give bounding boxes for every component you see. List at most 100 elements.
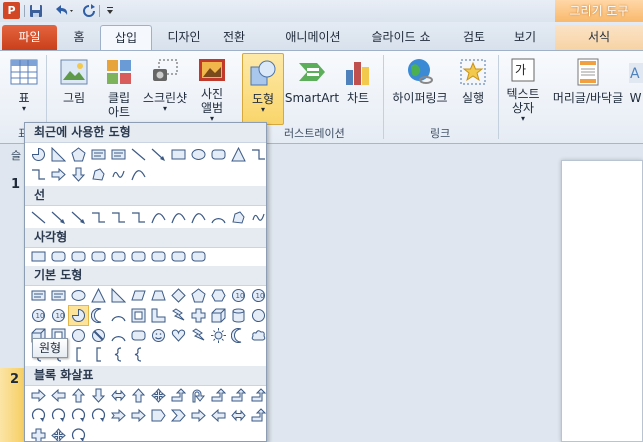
circular-arrow-shape[interactable] (49, 406, 68, 425)
text-box-shape[interactable] (89, 145, 108, 164)
frame-shape[interactable] (129, 306, 148, 325)
moon-shape[interactable] (229, 326, 248, 345)
tab-review[interactable]: 검토 (454, 25, 494, 50)
parallelogram-shape[interactable] (129, 286, 148, 305)
freeform-shape[interactable] (89, 165, 108, 184)
tab-slideshow[interactable]: 슬라이드 쇼 (362, 25, 440, 50)
header-footer-button[interactable]: 머리글/바닥글 (548, 53, 628, 123)
smiley-face-shape[interactable] (149, 326, 168, 345)
rounded-rectangle-shape[interactable] (69, 247, 88, 266)
moon-shape[interactable] (89, 306, 108, 325)
tab-home[interactable]: 홈 (63, 25, 95, 50)
pie-shape[interactable] (29, 145, 48, 164)
curve-shape[interactable] (169, 208, 188, 227)
rounded-rectangle-shape[interactable] (109, 247, 128, 266)
elbow-connector-shape[interactable] (109, 208, 128, 227)
tab-animations[interactable]: 애니메이션 (273, 25, 353, 50)
curve-shape[interactable] (129, 165, 148, 184)
slide-thumbnail-1[interactable]: 1 (11, 177, 20, 192)
brace-shape[interactable] (109, 345, 128, 364)
bent-arrow-shape[interactable] (209, 386, 228, 405)
lightning-bolt-shape[interactable] (189, 326, 208, 345)
left-arrow-shape[interactable] (209, 406, 228, 425)
hyperlink-button[interactable]: 하이퍼링크 (390, 53, 450, 123)
tab-design[interactable]: 디자인 (158, 25, 210, 50)
tab-view[interactable]: 보기 (505, 25, 545, 50)
action-button[interactable]: 실행 (455, 53, 491, 123)
undo-icon[interactable] (52, 3, 76, 19)
textbox-button[interactable]: 가 텍스트 상자 ▾ (503, 53, 543, 123)
arrow-line-shape[interactable] (149, 145, 168, 164)
brace-shape[interactable] (129, 345, 148, 364)
bent-arrow-shape[interactable] (249, 406, 266, 425)
oval-shape[interactable] (189, 145, 208, 164)
plus-shape[interactable] (189, 306, 208, 325)
circular-arrow-shape[interactable] (29, 406, 48, 425)
arc-shape[interactable] (109, 326, 128, 345)
rounded-rectangle-shape[interactable] (89, 247, 108, 266)
circle-shape[interactable] (249, 306, 266, 325)
pentagon-shape[interactable] (69, 145, 88, 164)
triangle-shape[interactable] (89, 286, 108, 305)
pie-shape[interactable] (68, 305, 89, 326)
circular-arrow-shape[interactable] (69, 406, 88, 425)
trapezoid-shape[interactable] (149, 286, 168, 305)
rounded-rectangle-shape[interactable] (129, 247, 148, 266)
u-turn-arrow-shape[interactable] (189, 386, 208, 405)
no-symbol-shape[interactable] (89, 326, 108, 345)
curve-shape[interactable] (149, 208, 168, 227)
decagon-shape[interactable]: 10 (29, 306, 48, 325)
rounded-rectangle-shape[interactable] (169, 247, 188, 266)
triangle-shape[interactable] (229, 145, 248, 164)
shapes-button[interactable]: 도형 ▾ (242, 53, 284, 125)
hexagon-shape[interactable] (209, 286, 228, 305)
tab-insert[interactable]: 삽입 (100, 25, 152, 50)
oval-shape[interactable] (69, 286, 88, 305)
rounded-rectangle-shape[interactable] (189, 247, 208, 266)
rectangle-shape[interactable] (169, 145, 188, 164)
can-shape[interactable] (229, 306, 248, 325)
curve-shape[interactable] (189, 208, 208, 227)
elbow-connector-shape[interactable] (89, 208, 108, 227)
photo-album-button[interactable]: 사진 앨범 ▾ (192, 53, 232, 123)
decagon-shape[interactable]: 10 (49, 306, 68, 325)
right-arrow-shape[interactable] (189, 406, 208, 425)
up-arrow-shape[interactable] (129, 386, 148, 405)
heart-shape[interactable] (169, 326, 188, 345)
picture-button[interactable]: 그림 (54, 53, 94, 123)
quad-arrow-shape[interactable] (149, 386, 168, 405)
cloud-shape[interactable] (249, 326, 266, 345)
rectangle-shape[interactable] (29, 247, 48, 266)
clipart-button[interactable]: 클립 아트 (100, 53, 138, 123)
tab-format[interactable]: 서식 (555, 25, 643, 50)
table-button[interactable]: 표 ▾ (6, 53, 42, 123)
freeform-shape[interactable] (229, 208, 248, 227)
notched-arrow-shape[interactable] (109, 406, 128, 425)
decagon-shape[interactable]: 10 (249, 286, 266, 305)
circle-shape[interactable] (69, 326, 88, 345)
down-arrow-shape[interactable] (69, 165, 88, 184)
text-box-shape[interactable] (109, 145, 128, 164)
pentagon-arrow-shape[interactable] (149, 406, 168, 425)
down-arrow-shape[interactable] (89, 386, 108, 405)
diamond-shape[interactable] (169, 286, 188, 305)
elbow-connector-shape[interactable] (129, 208, 148, 227)
chevron-shape[interactable] (169, 406, 188, 425)
bent-arrow-shape[interactable] (169, 386, 188, 405)
bent-arrow-shape[interactable] (229, 386, 248, 405)
bracket-shape[interactable] (69, 345, 88, 364)
up-arrow-shape[interactable] (69, 386, 88, 405)
bent-arrow-shape[interactable] (249, 386, 266, 405)
text-box-shape[interactable] (49, 286, 68, 305)
tab-transitions[interactable]: 전환 (214, 25, 254, 50)
elbow-connector-shape[interactable] (29, 165, 48, 184)
elbow-connector-shape[interactable] (249, 145, 266, 164)
arrow-line-shape[interactable] (49, 208, 68, 227)
text-box-shape[interactable] (29, 286, 48, 305)
right-arrow-shape[interactable] (29, 386, 48, 405)
right-arrow-shape[interactable] (129, 406, 148, 425)
circular-arrow-shape[interactable] (89, 406, 108, 425)
right-arrow-shape[interactable] (49, 165, 68, 184)
tab-file[interactable]: 파일 (2, 25, 57, 50)
customize-qat-icon[interactable] (104, 3, 116, 19)
